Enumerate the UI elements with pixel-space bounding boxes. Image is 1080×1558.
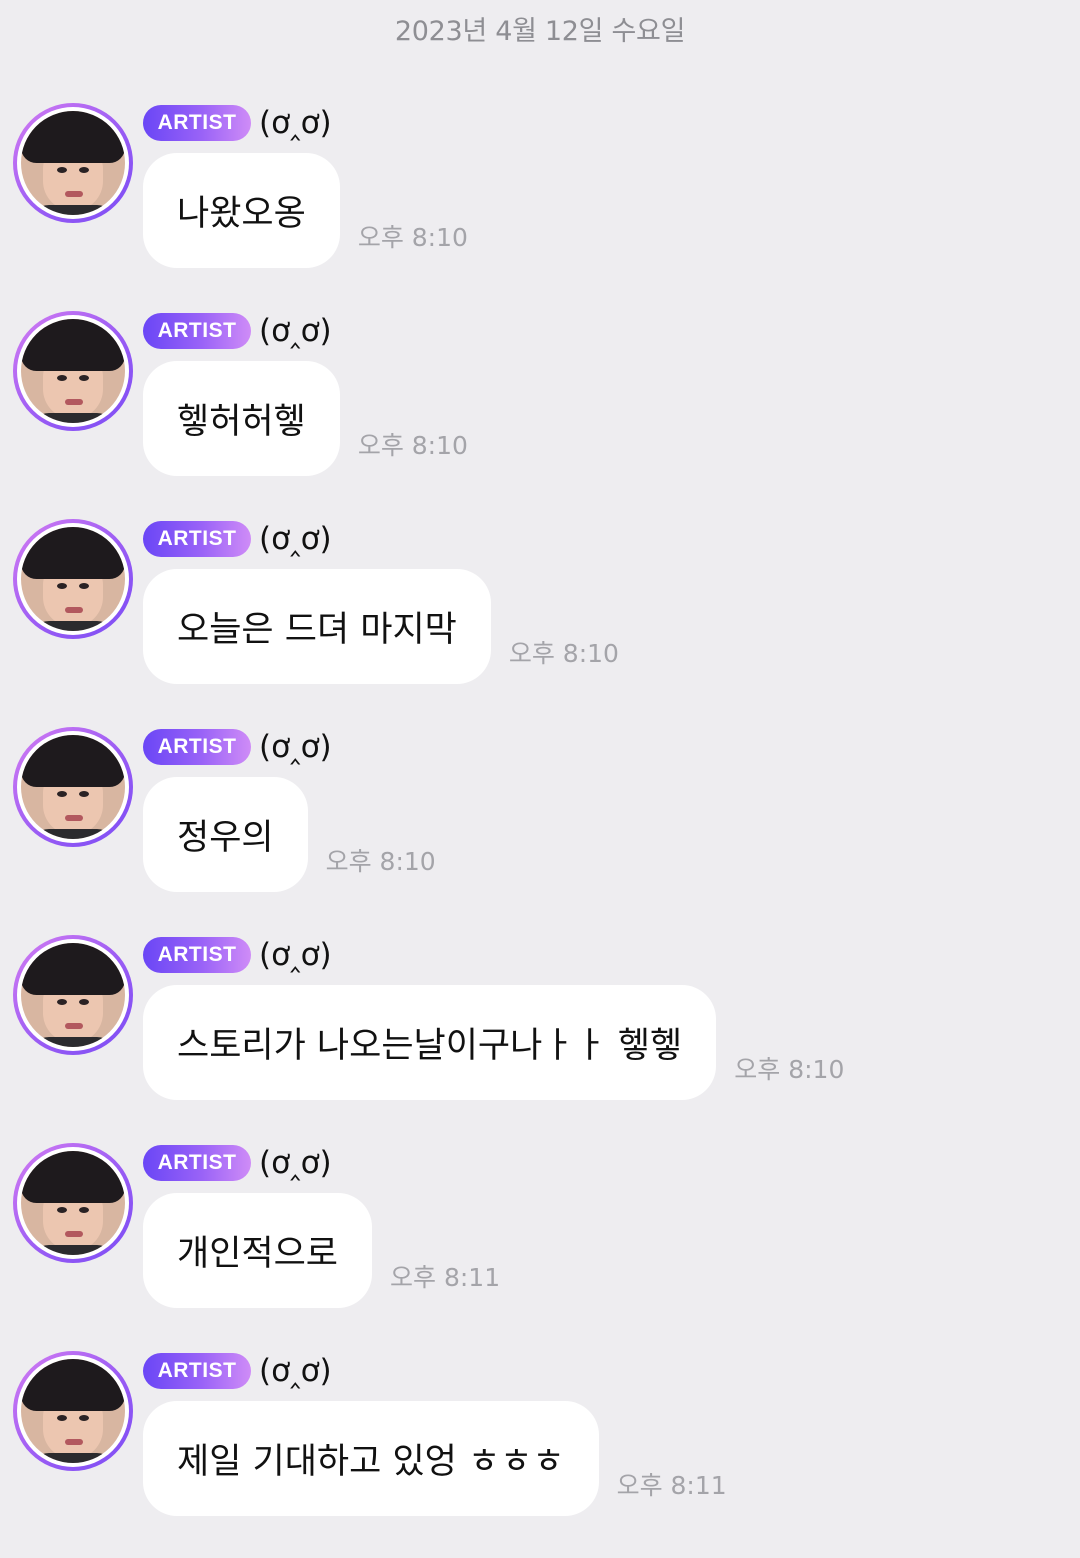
sender-nickname: (ơ‸ơ) [259,1353,332,1389]
sender-nickname: (ơ‸ơ) [259,521,332,557]
avatar[interactable] [13,935,133,1055]
sender-nickname: (ơ‸ơ) [259,729,332,765]
bubble-row: 정우의 오후 8:10 [143,777,436,892]
artist-badge: ARTIST [143,1353,251,1389]
artist-badge: ARTIST [143,313,251,349]
bubble-row: 제일 기대하고 있엉 ㅎㅎㅎ 오후 8:11 [143,1401,727,1516]
message-item: ARTIST (ơ‸ơ) 오늘은 드뎌 마지막 오후 8:10 [0,518,1080,726]
message-item: ARTIST (ơ‸ơ) 제일 기대하고 있엉 ㅎㅎㅎ 오후 8:11 [0,1350,1080,1558]
artist-badge: ARTIST [143,729,251,765]
avatar[interactable] [13,103,133,223]
message-time: 오후 8:10 [357,223,468,252]
artist-badge: ARTIST [143,105,251,141]
artist-badge: ARTIST [143,521,251,557]
artist-badge: ARTIST [143,1145,251,1181]
message-time: 오후 8:11 [390,1263,501,1292]
message-time: 오후 8:10 [734,1055,845,1084]
avatar[interactable] [13,519,133,639]
message-time: 오후 8:10 [508,639,619,668]
profile-photo-icon [21,1359,125,1463]
message-bubble[interactable]: 스토리가 나오는날이구나ㅏㅏ 헿헿 [143,985,717,1100]
avatar[interactable] [13,1143,133,1263]
avatar-ring [17,1147,129,1259]
artist-badge: ARTIST [143,937,251,973]
chat-list[interactable]: ARTIST (ơ‸ơ) 나왔오옹 오후 8:10 ARTIST (ơ‸ơ) 헿… [0,102,1080,1558]
sender-nickname: (ơ‸ơ) [259,105,332,141]
avatar-ring [17,107,129,219]
avatar[interactable] [13,1351,133,1471]
sender-row: ARTIST (ơ‸ơ) [143,936,332,974]
message-bubble[interactable]: 나왔오옹 [143,153,340,268]
message-bubble[interactable]: 개인적으로 [143,1193,373,1308]
bubble-row: 스토리가 나오는날이구나ㅏㅏ 헿헿 오후 8:10 [143,985,844,1100]
message-item: ARTIST (ơ‸ơ) 헿허허헿 오후 8:10 [0,310,1080,518]
profile-photo-icon [21,527,125,631]
profile-photo-icon [21,943,125,1047]
avatar[interactable] [13,727,133,847]
profile-photo-icon [21,1151,125,1255]
sender-row: ARTIST (ơ‸ơ) [143,520,332,558]
message-bubble[interactable]: 제일 기대하고 있엉 ㅎㅎㅎ [143,1401,599,1516]
message-time: 오후 8:11 [616,1471,727,1500]
profile-photo-icon [21,111,125,215]
sender-row: ARTIST (ơ‸ơ) [143,1144,332,1182]
bubble-row: 나왔오옹 오후 8:10 [143,153,468,268]
message-bubble[interactable]: 헿허허헿 [143,361,340,476]
profile-photo-icon [21,735,125,839]
message-item: ARTIST (ơ‸ơ) 나왔오옹 오후 8:10 [0,102,1080,310]
sender-row: ARTIST (ơ‸ơ) [143,312,332,350]
profile-photo-icon [21,319,125,423]
avatar-ring [17,1355,129,1467]
avatar[interactable] [13,311,133,431]
bubble-row: 오늘은 드뎌 마지막 오후 8:10 [143,569,619,684]
message-bubble[interactable]: 오늘은 드뎌 마지막 [143,569,491,684]
avatar-ring [17,939,129,1051]
sender-nickname: (ơ‸ơ) [259,1145,332,1181]
sender-row: ARTIST (ơ‸ơ) [143,728,332,766]
avatar-ring [17,731,129,843]
avatar-ring [17,315,129,427]
message-item: ARTIST (ơ‸ơ) 스토리가 나오는날이구나ㅏㅏ 헿헿 오후 8:10 [0,934,1080,1142]
date-header: 2023년 4월 12일 수요일 [394,16,686,47]
sender-row: ARTIST (ơ‸ơ) [143,1352,332,1390]
message-item: ARTIST (ơ‸ơ) 개인적으로 오후 8:11 [0,1142,1080,1350]
message-time: 오후 8:10 [325,847,436,876]
avatar-ring [17,523,129,635]
sender-nickname: (ơ‸ơ) [259,313,332,349]
message-item: ARTIST (ơ‸ơ) 정우의 오후 8:10 [0,726,1080,934]
bubble-row: 헿허허헿 오후 8:10 [143,361,468,476]
bubble-row: 개인적으로 오후 8:11 [143,1193,500,1308]
message-bubble[interactable]: 정우의 [143,777,308,892]
sender-row: ARTIST (ơ‸ơ) [143,104,332,142]
sender-nickname: (ơ‸ơ) [259,937,332,973]
message-time: 오후 8:10 [357,431,468,460]
